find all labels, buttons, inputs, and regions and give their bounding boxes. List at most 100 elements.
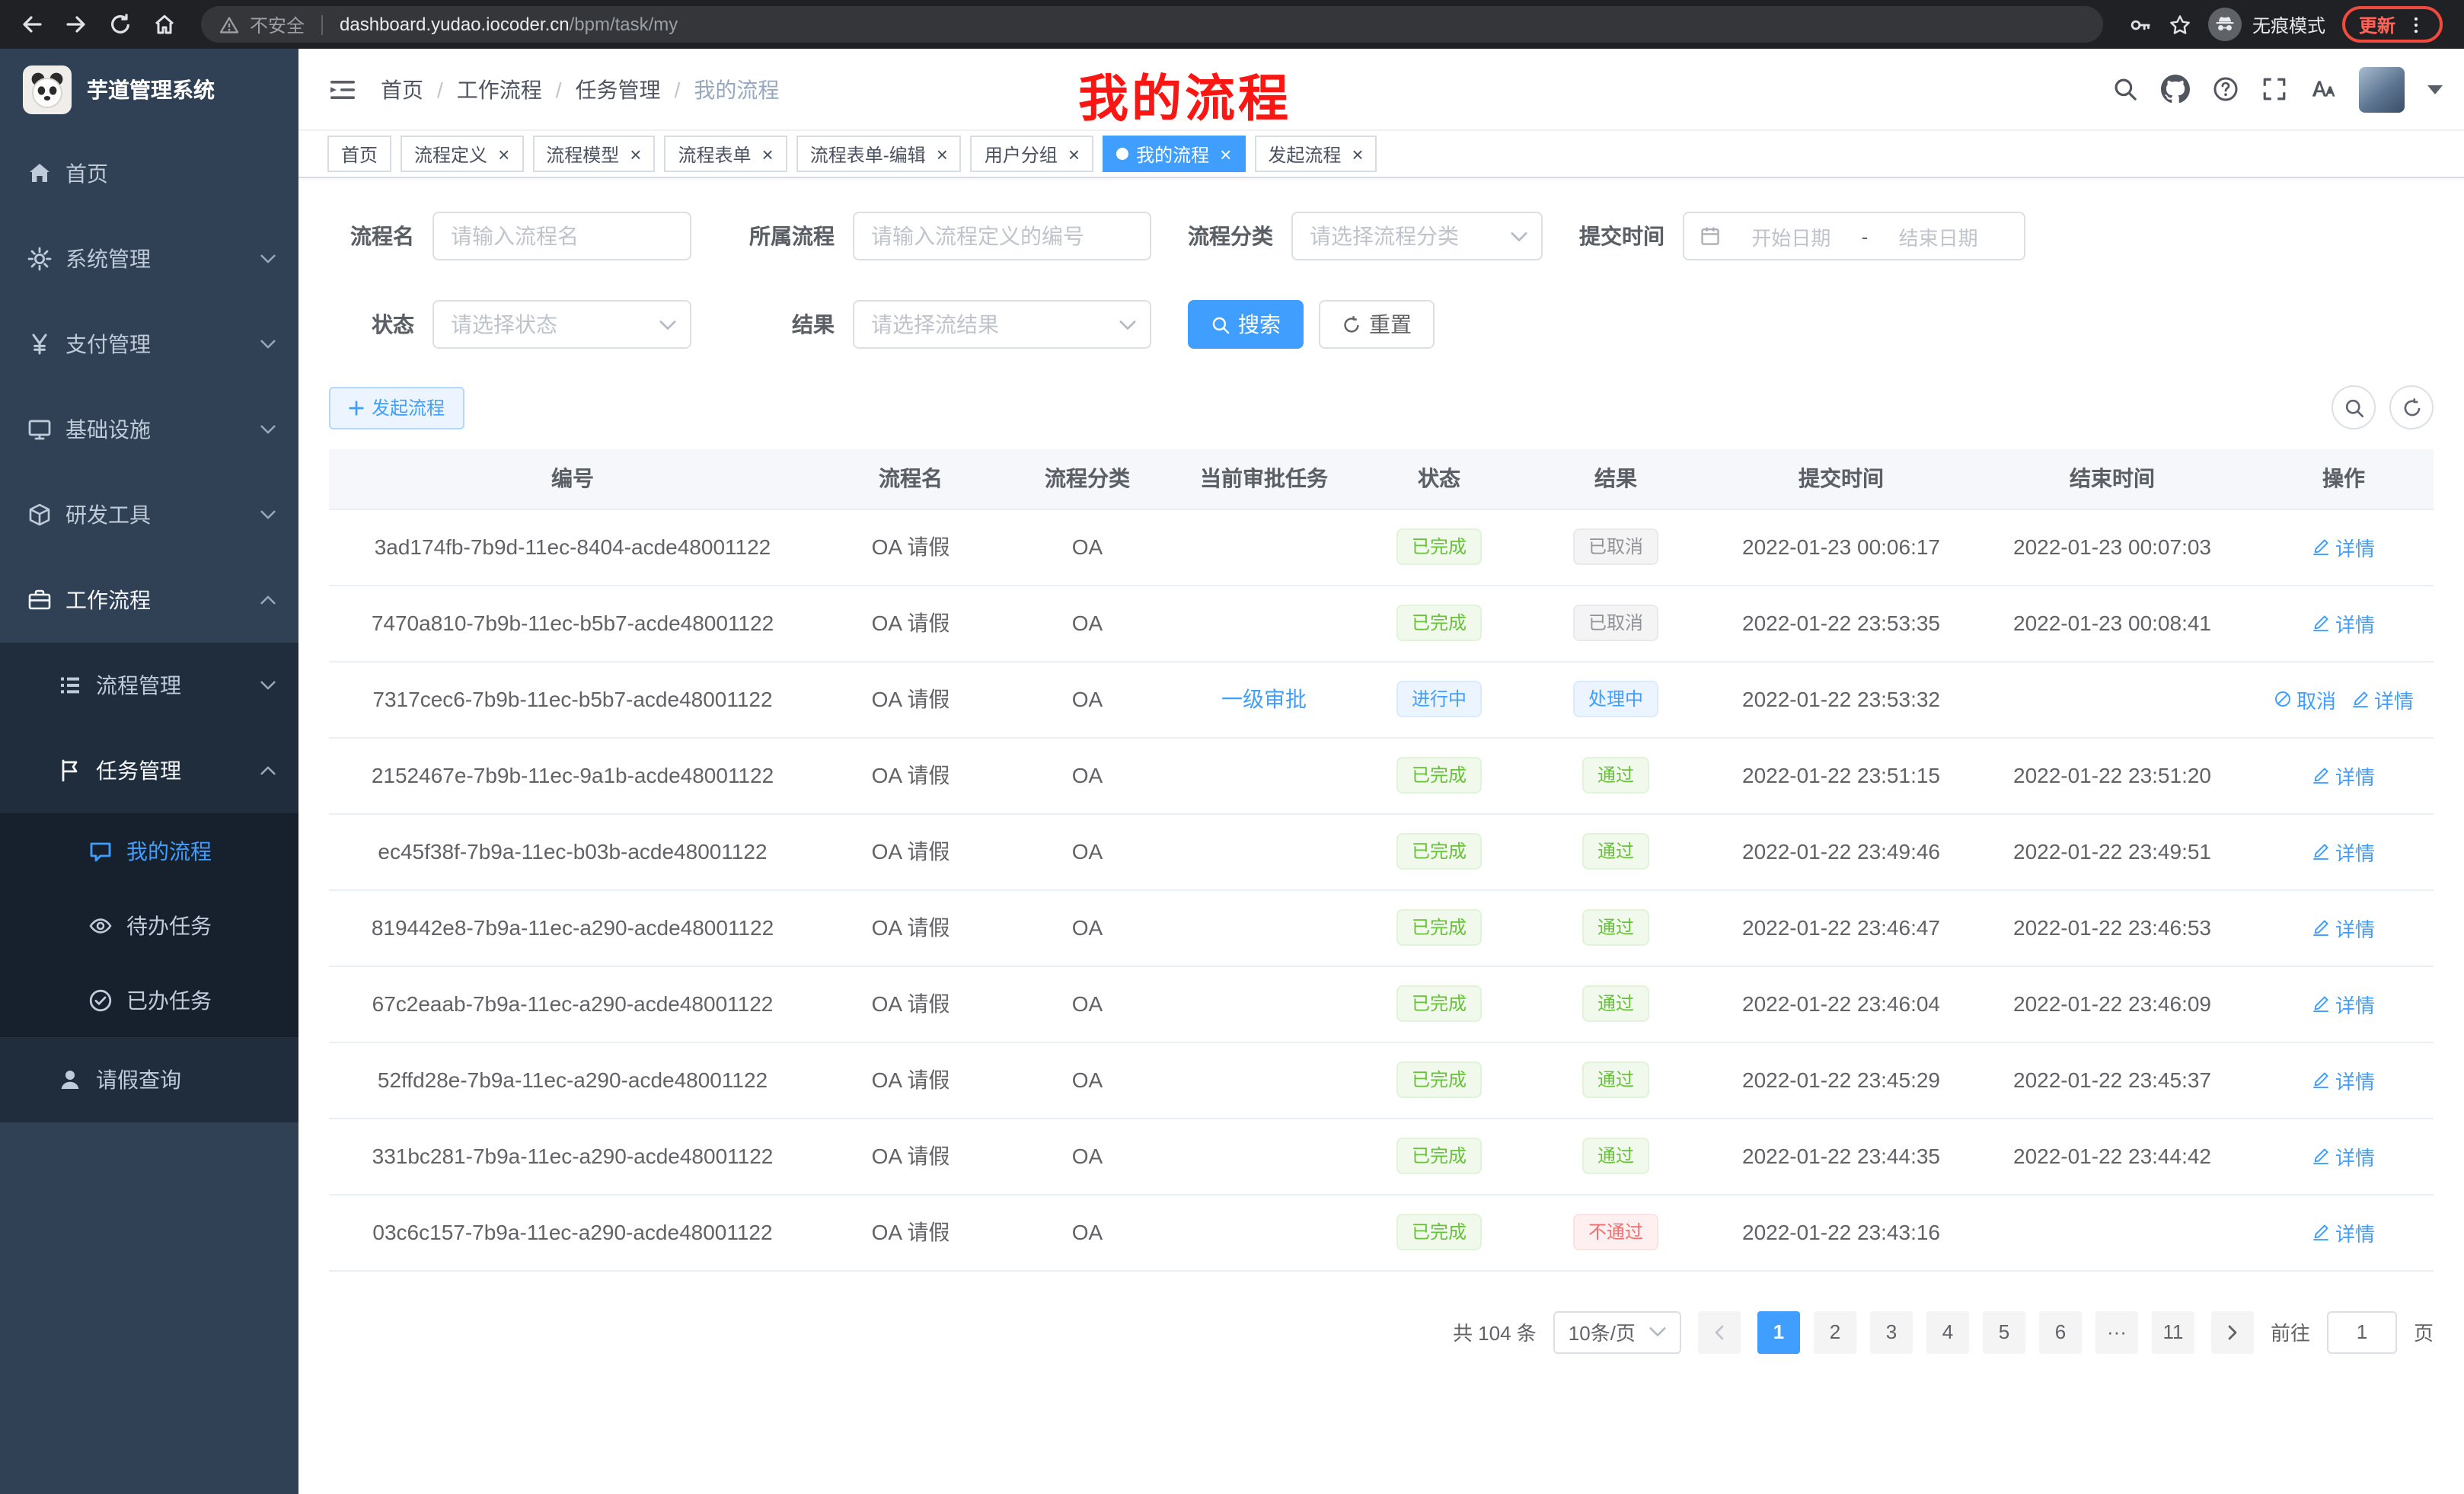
detail-link[interactable]: 详情 [2312,608,2375,637]
tab-close-icon[interactable]: × [630,144,641,164]
fullscreen-icon[interactable] [2261,76,2287,102]
sidebar-item-home[interactable]: 首页 [0,131,298,216]
breadcrumb-item[interactable]: 首页 [381,74,423,104]
breadcrumb-item[interactable]: 任务管理 [576,74,661,104]
sidebar-item-dev-tools[interactable]: 研发工具 [0,472,298,557]
sidebar-item-todo-tasks[interactable]: 待办任务 [0,888,298,962]
sidebar-item-label: 支付管理 [65,329,151,359]
help-icon[interactable] [2213,76,2239,102]
browser-home-button[interactable] [145,5,184,44]
page-6-button[interactable]: 6 [2039,1310,2082,1353]
sidebar-item-infrastructure[interactable]: 基础设施 [0,387,298,472]
pagination-ellipsis[interactable]: ··· [2095,1310,2138,1353]
tab-close-icon[interactable]: × [762,144,774,164]
goto-page-input[interactable] [2327,1310,2397,1353]
search-button[interactable]: 搜索 [1188,300,1304,349]
tab-流程定义[interactable]: 流程定义× [401,136,523,172]
breadcrumb-separator: / [556,77,562,101]
app-logo[interactable]: 芋道管理系统 [0,49,298,131]
cell-end-time: 2022-01-23 00:08:41 [1971,585,2254,661]
detail-link[interactable]: 详情 [2312,989,2375,1018]
page-1-button[interactable]: 1 [1757,1310,1800,1353]
back-button[interactable] [12,5,52,44]
tab-流程模型[interactable]: 流程模型× [532,136,655,172]
reload-button[interactable] [101,5,140,44]
sidebar-menu: 首页系统管理支付管理基础设施研发工具工作流程流程管理任务管理我的流程待办任务已办… [0,131,298,1122]
table-header-row: 编号流程名流程分类当前审批任务状态结果提交时间结束时间操作 [329,449,2434,509]
font-size-icon[interactable] [2310,76,2336,102]
reset-button[interactable]: 重置 [1319,300,1435,349]
detail-link[interactable]: 详情 [2312,913,2375,942]
detail-link[interactable]: 详情 [2312,1141,2375,1170]
forward-button[interactable] [56,5,96,44]
tab-发起流程[interactable]: 发起流程× [1254,136,1377,172]
tab-我的流程[interactable]: 我的流程× [1103,136,1245,172]
tab-首页[interactable]: 首页 [327,136,391,172]
tab-流程表单[interactable]: 流程表单× [664,136,787,172]
detail-link[interactable]: 详情 [2351,685,2414,713]
process-name-input[interactable] [432,212,691,260]
sidebar-item-task-management[interactable]: 任务管理 [0,728,298,813]
prev-page-button[interactable] [1698,1310,1741,1353]
tab-close-icon[interactable]: × [1352,144,1363,164]
current-task-link[interactable]: 一级审批 [1221,687,1307,711]
cell-current-task [1170,1194,1358,1270]
page-4-button[interactable]: 4 [1926,1310,1969,1353]
tab-流程表单-编辑[interactable]: 流程表单-编辑× [796,136,962,172]
address-bar[interactable]: 不安全 dashboard.yudao.iocoder.cn/bpm/task/… [201,6,2103,43]
result-select[interactable]: 请选择流结果 [853,300,1151,349]
table-row: ec45f38f-7b9a-11ec-b03b-acde48001122OA 请… [329,813,2434,889]
cell-category: OA [1005,509,1170,585]
cell-actions: 详情 [2254,1194,2434,1270]
show-search-button[interactable] [2332,385,2376,429]
tab-用户分组[interactable]: 用户分组× [971,136,1093,172]
browser-update-button[interactable]: 更新 [2342,6,2443,43]
page-5-button[interactable]: 5 [1983,1310,2025,1353]
next-page-button[interactable] [2211,1310,2254,1353]
cell-actions: 详情 [2254,1042,2434,1118]
refresh-table-button[interactable] [2389,385,2434,429]
page-size-select[interactable]: 10条/页 [1553,1310,1681,1353]
bookmark-star-icon[interactable] [2169,13,2191,36]
chevron-down-icon[interactable] [2427,85,2443,94]
submit-time-range-picker[interactable]: 开始日期 - 结束日期 [1683,212,2025,260]
detail-link[interactable]: 详情 [2312,1065,2375,1094]
create-process-button[interactable]: 发起流程 [329,386,464,429]
page-11-button[interactable]: 11 [2152,1310,2194,1353]
status-badge: 已完成 [1396,909,1482,946]
cell-process-name: OA 请假 [816,585,1005,661]
hamburger-icon[interactable] [327,74,358,104]
cell-category: OA [1005,889,1170,966]
cell-process-name: OA 请假 [816,966,1005,1042]
cancel-link[interactable]: 取消 [2274,685,2336,713]
category-select[interactable]: 请选择流程分类 [1291,212,1543,260]
search-icon[interactable] [2112,76,2138,102]
owner-process-input[interactable] [853,212,1151,260]
sidebar-item-system-management[interactable]: 系统管理 [0,216,298,302]
chevron-down-icon [1511,231,1527,241]
tab-close-icon[interactable]: × [937,144,948,164]
tab-close-icon[interactable]: × [1068,144,1080,164]
detail-link[interactable]: 详情 [2312,761,2375,790]
page-2-button[interactable]: 2 [1814,1310,1856,1353]
breadcrumb-item[interactable]: 工作流程 [457,74,542,104]
sidebar-item-process-management[interactable]: 流程管理 [0,643,298,728]
sidebar-item-done-tasks[interactable]: 已办任务 [0,962,298,1037]
sidebar-item-leave-query[interactable]: 请假查询 [0,1037,298,1122]
page-3-button[interactable]: 3 [1870,1310,1913,1353]
avatar[interactable] [2359,66,2405,112]
status-select[interactable]: 请选择状态 [432,300,691,349]
detail-link[interactable]: 详情 [2312,532,2375,561]
browser-menu-icon[interactable] [2406,14,2426,34]
tab-close-icon[interactable]: × [498,144,509,164]
tab-close-icon[interactable]: × [1220,144,1231,164]
detail-link[interactable]: 详情 [2312,1218,2375,1247]
key-icon[interactable] [2129,13,2152,36]
detail-link[interactable]: 详情 [2312,837,2375,866]
cell-status: 已完成 [1358,1042,1520,1118]
sidebar-item-workflow[interactable]: 工作流程 [0,557,298,643]
chevron-up-icon [260,595,276,605]
sidebar-item-my-process[interactable]: 我的流程 [0,813,298,888]
github-icon[interactable] [2161,75,2190,104]
sidebar-item-payment-management[interactable]: 支付管理 [0,302,298,387]
